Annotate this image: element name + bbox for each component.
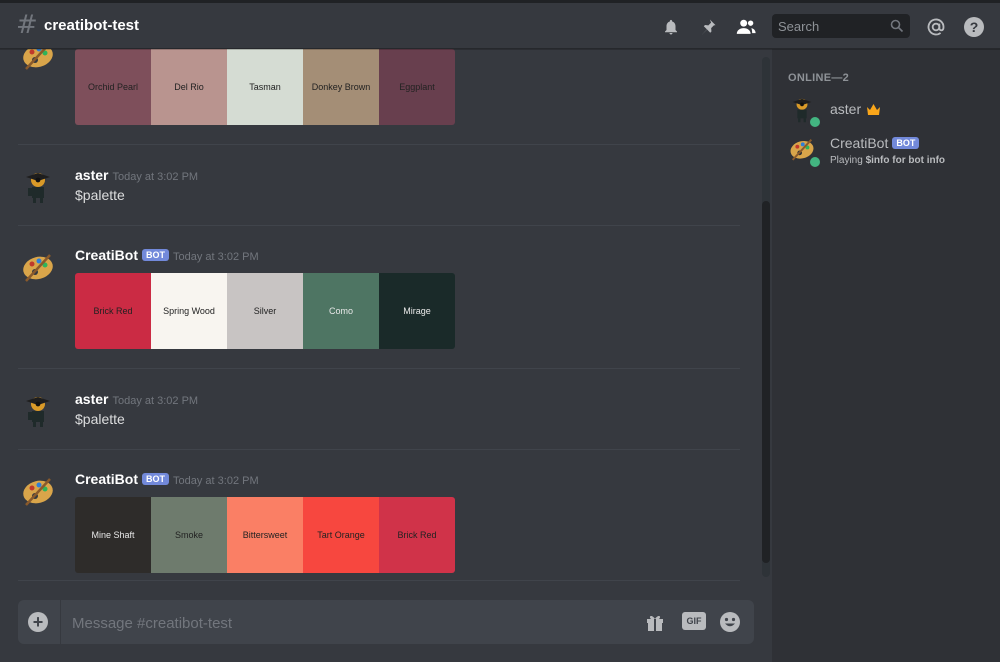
message-header: CreatiBot BOT Today at 3:02 PM [75,471,259,487]
member-name-text: aster [830,101,862,117]
channel-name: creatibot-test [44,17,140,34]
color-swatch: Smoke [151,497,227,573]
message-text: $palette [75,187,125,203]
timestamp: Today at 3:02 PM [173,251,259,263]
aster-avatar[interactable] [20,168,56,204]
color-swatch: Brick Red [379,497,455,573]
creatibot-avatar-palette-icon[interactable] [20,49,56,73]
members-icon[interactable] [735,16,757,38]
member-item-creatibot[interactable]: CreatiBot BOT Playing $info for bot info [780,131,990,171]
color-swatch: Del Rio [151,49,227,125]
activity-name: $info for bot info [865,155,946,166]
color-swatch: Brick Red [75,273,151,349]
username[interactable]: CreatiBot [75,247,138,263]
color-swatch: Donkey Brown [303,49,379,125]
pin-icon[interactable] [697,16,719,38]
message-input[interactable] [70,600,634,646]
member-name: CreatiBot BOT [830,135,920,151]
crown-icon [867,102,881,118]
username[interactable]: CreatiBot [75,471,138,487]
member-name-text: CreatiBot [830,135,889,151]
composer-divider [60,600,61,644]
color-swatch: Mine Shaft [75,497,151,573]
scrollbar-thumb[interactable] [762,201,770,563]
timestamp: Today at 3:02 PM [112,395,199,407]
color-swatch: Mirage [379,273,455,349]
emoji-icon[interactable] [719,611,741,633]
member-activity: Playing $info for bot info [830,155,945,166]
timestamp: Today at 3:02 PM [112,171,199,183]
color-swatch: Tart Orange [303,497,379,573]
search-input[interactable] [772,14,888,38]
palette-embed: Brick Red Spring Wood Silver Como Mirage [75,273,455,349]
member-list: ONLINE—2 aster CreatiBot BOT Playing $inf… [772,49,1000,662]
creatibot-avatar-palette-icon[interactable] [20,249,56,285]
channel-header: # creatibot-test ? [0,3,1000,49]
color-swatch: Bittersweet [227,497,303,573]
gift-icon[interactable] [644,611,666,633]
online-header: ONLINE—2 [788,72,850,84]
message-divider [18,368,740,369]
message-composer: + GIF [18,600,754,646]
svg-text:?: ? [970,19,979,35]
color-swatch: Eggplant [379,49,455,125]
message-divider [18,580,740,581]
online-status-icon [808,155,822,169]
color-swatch: Orchid Pearl [75,49,151,125]
message-list[interactable]: Orchid Pearl Del Rio Tasman Donkey Brown… [0,49,772,662]
color-swatch: Spring Wood [151,273,227,349]
message-header: aster Today at 3:02 PM [75,167,198,183]
creatibot-avatar-palette-icon[interactable] [20,473,56,509]
upload-plus-icon[interactable]: + [28,612,48,632]
message-text: $palette [75,411,125,427]
help-icon[interactable]: ? [963,16,985,38]
hashtag-icon: # [16,10,38,40]
mention-icon[interactable] [925,16,947,38]
message-header: aster Today at 3:02 PM [75,391,198,407]
timestamp: Today at 3:02 PM [173,475,259,487]
message-header: CreatiBot BOT Today at 3:02 PM [75,247,259,263]
search-icon[interactable] [890,19,904,33]
online-status-icon [808,115,822,129]
color-swatch: Como [303,273,379,349]
gif-button[interactable]: GIF [682,612,706,630]
member-item-aster[interactable]: aster [780,91,990,131]
message-divider [18,144,740,145]
bot-badge: BOT [142,249,170,261]
aster-avatar[interactable] [20,392,56,428]
color-swatch: Silver [227,273,303,349]
palette-embed: Mine Shaft Smoke Bittersweet Tart Orange… [75,497,455,573]
bot-badge: BOT [892,137,920,149]
username[interactable]: aster [75,391,108,407]
username[interactable]: aster [75,167,108,183]
bot-badge: BOT [142,473,170,485]
color-swatch: Tasman [227,49,303,125]
message-divider [18,225,740,226]
activity-prefix: Playing [830,155,863,166]
search-box[interactable] [772,14,910,38]
message-divider [18,449,740,450]
member-name: aster [830,101,881,118]
palette-embed: Orchid Pearl Del Rio Tasman Donkey Brown… [75,49,455,125]
bell-icon[interactable] [660,16,682,38]
